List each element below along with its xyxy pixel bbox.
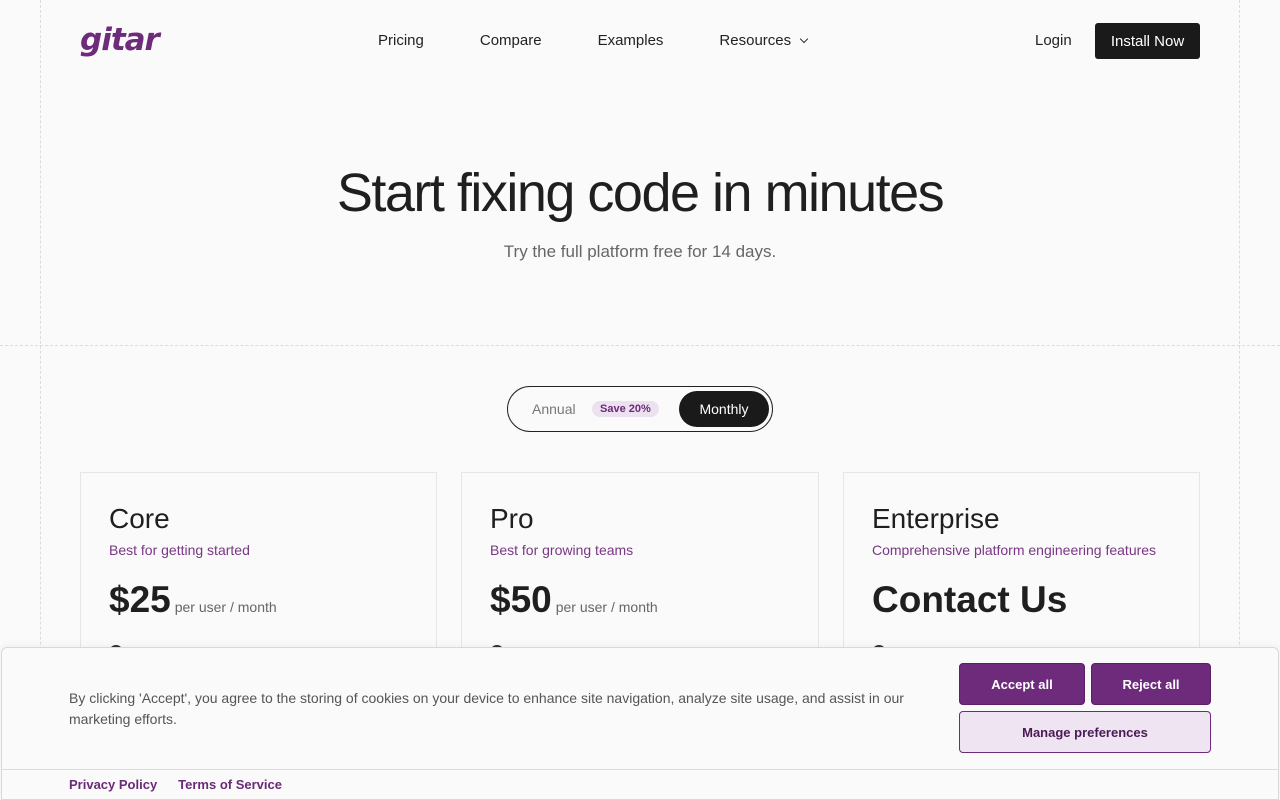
cookie-links: Privacy Policy Terms of Service [69, 777, 282, 792]
svg-text:gitar: gitar [80, 22, 162, 58]
save-badge: Save 20% [592, 401, 659, 417]
plan-price: Contact Us [872, 579, 1067, 621]
top-nav: gitar Pricing Compare Examples Resources… [0, 0, 1280, 82]
nav-compare-link[interactable]: Compare [480, 32, 542, 49]
guide-line-horizontal [0, 345, 1280, 346]
nav-links: Pricing Compare Examples Resources [378, 32, 809, 49]
login-link[interactable]: Login [1035, 32, 1072, 49]
cookie-consent-text: By clicking 'Accept', you agree to the s… [69, 690, 904, 727]
terms-of-service-link[interactable]: Terms of Service [178, 777, 282, 792]
reject-all-button[interactable]: Reject all [1091, 663, 1211, 705]
nav-resources-menu[interactable]: Resources [719, 32, 809, 49]
gitar-logo[interactable]: gitar [80, 20, 162, 62]
nav-pricing-link[interactable]: Pricing [378, 32, 424, 49]
monthly-option[interactable]: Monthly [679, 391, 769, 427]
manage-preferences-button[interactable]: Manage preferences [959, 711, 1211, 753]
plan-price: $50 per user / month [490, 579, 658, 621]
plan-name: Pro [490, 503, 534, 534]
plan-name: Core [109, 503, 170, 534]
plan-price-period: per user / month [555, 599, 658, 615]
nav-resources-label: Resources [719, 32, 792, 49]
plan-description: Best for growing teams [490, 542, 634, 558]
annual-option[interactable]: Annual [532, 401, 576, 417]
install-now-button[interactable]: Install Now [1095, 23, 1200, 59]
gitar-logo-icon: gitar [80, 22, 162, 58]
billing-toggle: Annual Save 20% Monthly [507, 386, 773, 432]
plan-price-value: $25 [109, 579, 171, 620]
chevron-down-icon [799, 34, 809, 43]
hero-title: Start fixing code in minutes [336, 163, 945, 223]
privacy-policy-link[interactable]: Privacy Policy [69, 777, 157, 792]
plan-price: $25 per user / month [109, 579, 277, 621]
plan-price-value: $50 [490, 579, 552, 620]
nav-examples-link[interactable]: Examples [598, 32, 664, 49]
plan-price-period: per user / month [174, 599, 277, 615]
plan-description: Best for getting started [109, 542, 250, 558]
plan-name: Enterprise [872, 503, 1000, 534]
plan-description: Comprehensive platform engineering featu… [872, 542, 1157, 558]
cookie-divider [2, 769, 1278, 770]
accept-all-button[interactable]: Accept all [959, 663, 1085, 705]
hero-subtitle: Try the full platform free for 14 days. [503, 242, 777, 261]
cookie-banner: By clicking 'Accept', you agree to the s… [1, 647, 1279, 800]
plan-price-value: Contact Us [872, 579, 1068, 620]
